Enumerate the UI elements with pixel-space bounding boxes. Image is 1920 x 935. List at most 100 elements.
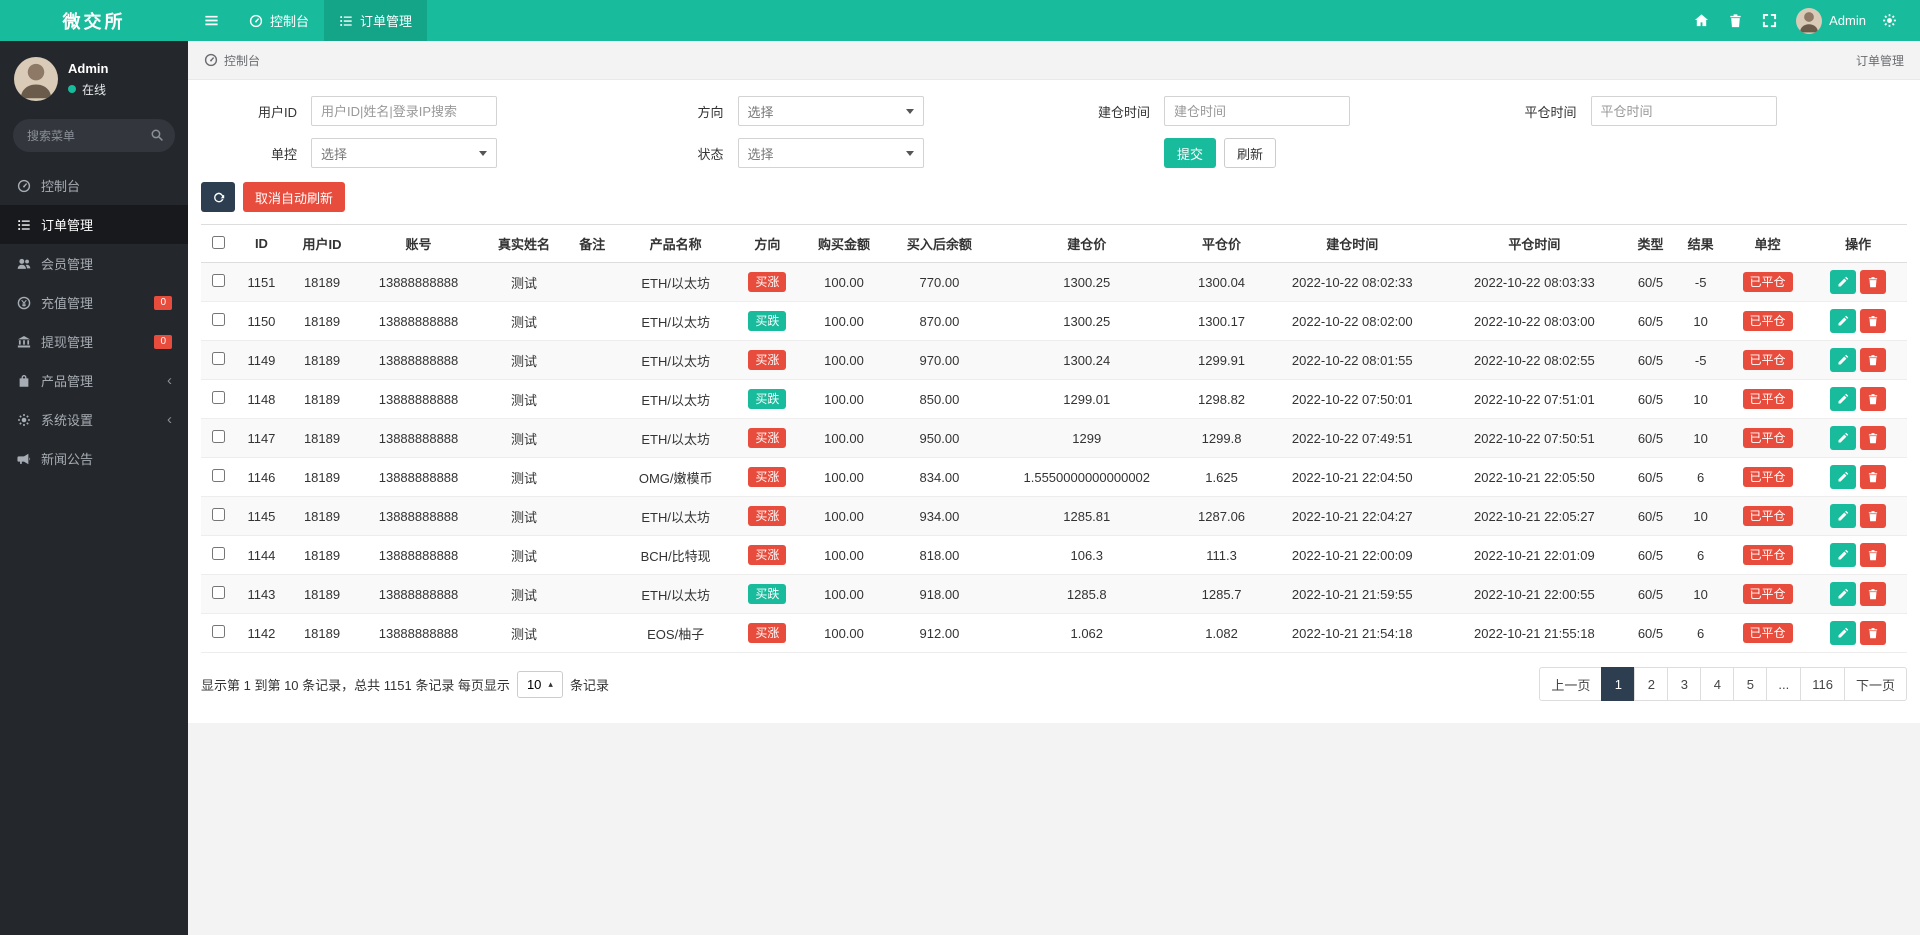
cell-product: EOS/柚子 [617,614,734,653]
select-all-checkbox[interactable] [212,236,225,249]
cell-close-price: 1.082 [1182,614,1261,653]
caret-up-icon: ▴ [548,680,553,689]
sidebar-item-recharge[interactable]: 充值管理0 [0,283,188,322]
page-button[interactable]: 3 [1667,667,1701,701]
row-checkbox[interactable] [212,547,225,560]
direction-select[interactable]: 选择 [738,96,924,126]
sidebar-item-settings[interactable]: 系统设置‹ [0,400,188,439]
delete-button[interactable] [1860,348,1886,372]
edit-button[interactable] [1830,465,1856,489]
delete-button[interactable] [1860,504,1886,528]
sidebar-item-withdraw[interactable]: 提现管理0 [0,322,188,361]
clear-cache-button[interactable] [1718,0,1752,41]
search-icon[interactable] [150,128,164,142]
edit-button[interactable] [1830,348,1856,372]
avatar[interactable] [14,57,58,101]
page-button[interactable]: ... [1766,667,1801,701]
open-time-input[interactable] [1164,96,1350,126]
next-page-button[interactable]: 下一页 [1844,667,1907,701]
delete-button[interactable] [1860,426,1886,450]
row-checkbox[interactable] [212,313,225,326]
avatar[interactable] [1796,8,1822,34]
edit-button[interactable] [1830,387,1856,411]
cell-close-price: 1299.91 [1182,341,1261,380]
cell-control: 已平仓 [1726,302,1810,341]
settings-button[interactable] [1872,0,1906,41]
cell-close-price: 1298.82 [1182,380,1261,419]
page-button[interactable]: 4 [1700,667,1734,701]
delete-button[interactable] [1860,465,1886,489]
cell-control: 已平仓 [1726,263,1810,302]
cell-account: 13888888888 [356,575,481,614]
status-select-value: 选择 [748,144,774,163]
top-bar: 微交所 控制台订单管理 Admin [0,0,1920,41]
open-time-label: 建仓时间 [1054,102,1164,121]
direction-badge: 买涨 [748,545,786,565]
row-checkbox[interactable] [212,508,225,521]
row-checkbox[interactable] [212,391,225,404]
delete-button[interactable] [1860,621,1886,645]
sidebar-item-members[interactable]: 会员管理 [0,244,188,283]
page-button[interactable]: 2 [1634,667,1668,701]
sidebar-item-news[interactable]: 新闻公告 [0,439,188,478]
cell-account: 13888888888 [356,536,481,575]
edit-button[interactable] [1830,309,1856,333]
cell-product: BCH/比特现 [617,536,734,575]
row-checkbox[interactable] [212,274,225,287]
edit-button[interactable] [1830,621,1856,645]
cell-remark [567,497,617,536]
topnav-tab-orders[interactable]: 订单管理 [324,0,427,41]
cancel-auto-refresh-button[interactable]: 取消自动刷新 [243,182,345,212]
row-checkbox[interactable] [212,430,225,443]
delete-button[interactable] [1860,387,1886,411]
status-select[interactable]: 选择 [738,138,924,168]
delete-button[interactable] [1860,270,1886,294]
delete-button[interactable] [1860,309,1886,333]
close-time-input[interactable] [1591,96,1777,126]
control-status-badge: 已平仓 [1743,545,1793,565]
row-checkbox[interactable] [212,586,225,599]
reload-table-button[interactable] [201,182,235,212]
record-summary-suffix: 条记录 [570,675,609,694]
edit-button[interactable] [1830,504,1856,528]
sidebar-item-products[interactable]: 产品管理‹ [0,361,188,400]
top-nav: 控制台订单管理 [234,0,427,41]
edit-button[interactable] [1830,582,1856,606]
edit-button[interactable] [1830,426,1856,450]
prev-page-button[interactable]: 上一页 [1539,667,1602,701]
page-button[interactable]: 5 [1733,667,1767,701]
page-size-dropdown[interactable]: 10 ▴ [517,671,563,698]
delete-button[interactable] [1860,582,1886,606]
cell-actions [1809,263,1907,302]
home-button[interactable] [1684,0,1718,41]
sidebar-item-orders[interactable]: 订单管理 [0,205,188,244]
cell-direction: 买涨 [734,341,801,380]
page-button[interactable]: 116 [1800,667,1845,701]
menu-search [13,119,175,152]
sidebar-item-dashboard[interactable]: 控制台 [0,166,188,205]
edit-button[interactable] [1830,543,1856,567]
users-icon [16,257,32,271]
breadcrumb-item[interactable]: 控制台 [224,52,260,69]
delete-button[interactable] [1860,543,1886,567]
fullscreen-button[interactable] [1752,0,1786,41]
cell-result: 6 [1676,536,1726,575]
cell-remark [567,458,617,497]
page-button[interactable]: 1 [1601,667,1635,701]
edit-button[interactable] [1830,270,1856,294]
control-select[interactable]: 选择 [311,138,497,168]
row-checkbox[interactable] [212,625,225,638]
submit-button[interactable]: 提交 [1164,138,1216,168]
admin-username[interactable]: Admin [1829,13,1866,28]
sidebar-item-label: 会员管理 [41,254,93,273]
row-checkbox[interactable] [212,469,225,482]
row-checkbox[interactable] [212,352,225,365]
main-content: 控制台 订单管理 用户ID 方向 选择 建仓时间 平仓时间 [188,0,1920,723]
refresh-button[interactable]: 刷新 [1224,138,1276,168]
cell-open-time: 2022-10-21 21:59:55 [1261,575,1443,614]
cell-actions [1809,614,1907,653]
hamburger-menu-button[interactable] [188,0,234,41]
topnav-tab-dashboard[interactable]: 控制台 [234,0,324,41]
user-id-input[interactable] [311,96,497,126]
sidebar-profile: Admin 在线 [0,41,188,111]
